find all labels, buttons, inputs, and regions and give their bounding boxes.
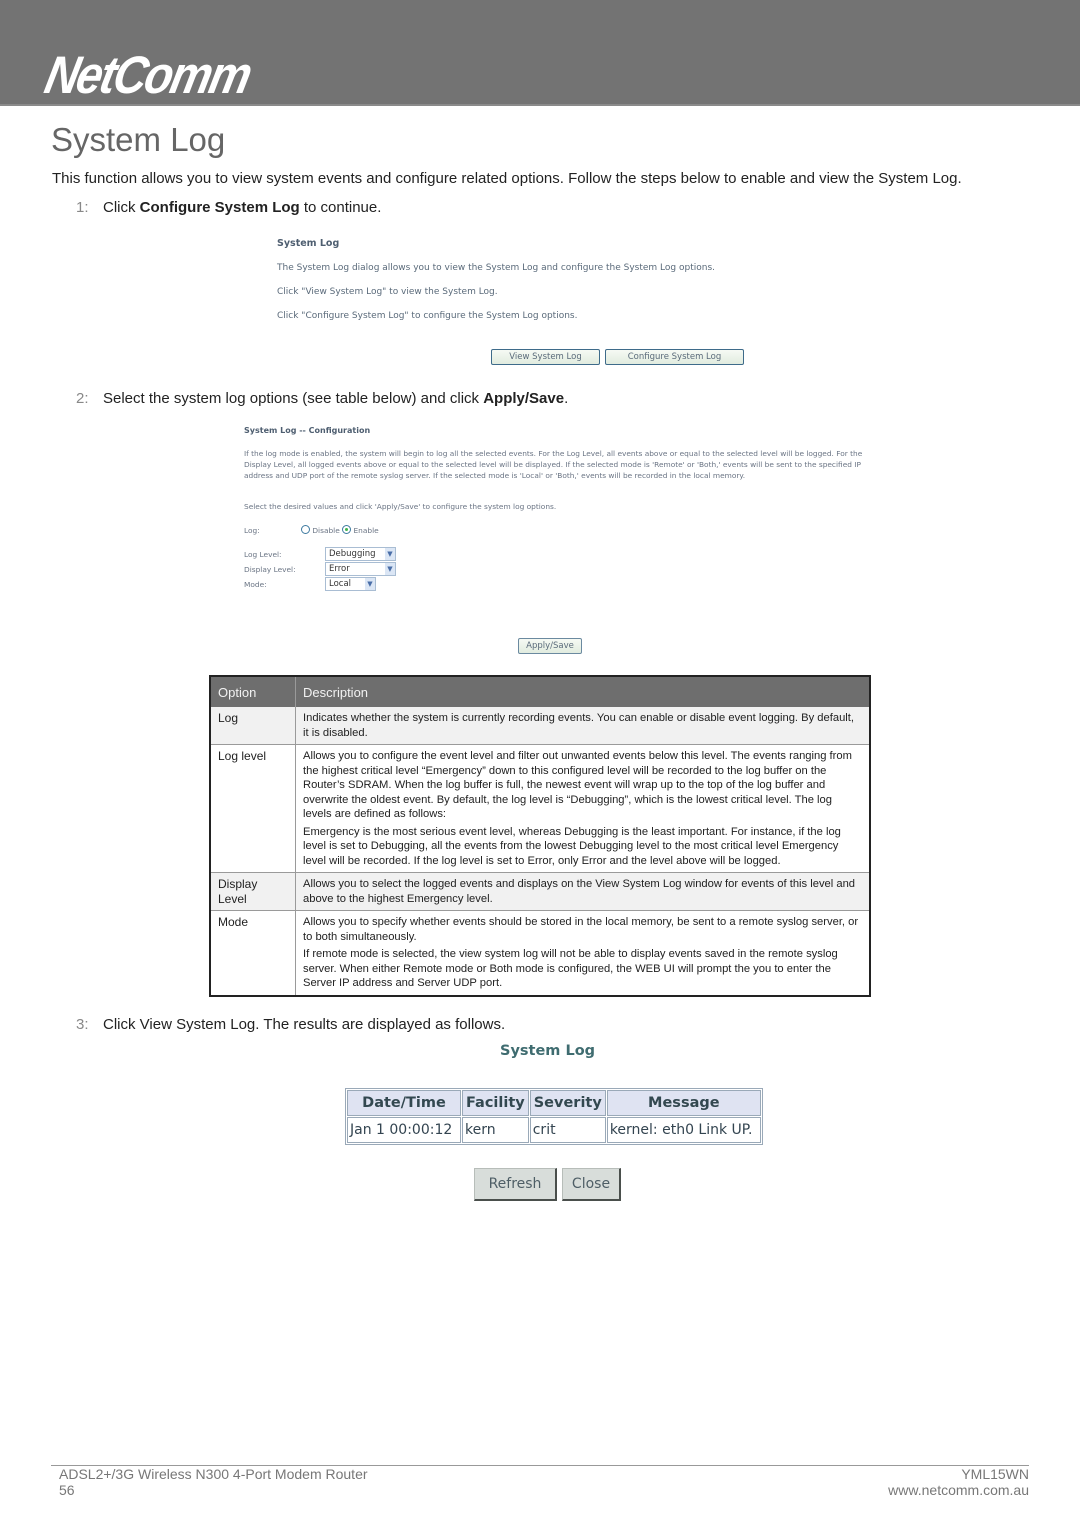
log-radio-group: Disable Enable bbox=[301, 525, 379, 535]
step-number: 2: bbox=[76, 390, 89, 407]
option-name: Log level bbox=[210, 744, 296, 873]
log-disable-radio[interactable] bbox=[301, 525, 310, 534]
configuration-description: If the log mode is enabled, the system w… bbox=[244, 449, 863, 480]
log-level-label: Log Level: bbox=[244, 550, 282, 559]
mode-label: Mode: bbox=[244, 580, 267, 589]
footer-product-name: ADSL2+/3G Wireless N300 4-Port Modem Rou… bbox=[59, 1466, 368, 1482]
log-level-select[interactable]: Debugging ▼ bbox=[325, 547, 396, 561]
log-enable-radio[interactable] bbox=[342, 525, 352, 534]
dialog-text: The System Log dialog allows you to view… bbox=[277, 263, 716, 273]
column-header-message: Message bbox=[606, 1090, 761, 1116]
view-log-title: System Log bbox=[500, 1043, 596, 1059]
view-system-log-button[interactable]: View System Log bbox=[491, 349, 600, 365]
configure-system-log-button[interactable]: Configure System Log bbox=[605, 349, 744, 365]
table-row: Log Indicates whether the system is curr… bbox=[210, 707, 870, 745]
options-table-header: Option Description bbox=[210, 676, 871, 707]
step-emphasis: Configure System Log bbox=[139, 199, 300, 216]
footer-page-number: 56 bbox=[59, 1482, 75, 1498]
display-level-value: Error bbox=[329, 564, 350, 574]
column-header-facility: Facility bbox=[462, 1090, 529, 1116]
page-title: System Log bbox=[51, 121, 226, 158]
log-entry-row: Jan 1 00:00:12 kern crit kernel: eth0 Li… bbox=[347, 1117, 761, 1143]
table-row: Log level Allows you to configure the ev… bbox=[210, 744, 870, 873]
option-name: Display Level bbox=[210, 872, 296, 911]
step-2: 2: Select the system log options (see tab… bbox=[76, 390, 569, 407]
system-log-table: Date/Time Facility Severity Message Jan … bbox=[345, 1088, 763, 1145]
log-table-header: Date/Time Facility Severity Message bbox=[347, 1090, 761, 1116]
footer-model: YML15WN bbox=[961, 1466, 1029, 1482]
chevron-down-icon: ▼ bbox=[365, 578, 375, 590]
step-number: 3: bbox=[76, 1016, 89, 1033]
log-enable-label: Enable bbox=[353, 526, 379, 535]
table-row: Mode Allows you to specify whether event… bbox=[210, 910, 870, 996]
log-severity: crit bbox=[529, 1117, 606, 1143]
mode-value: Local bbox=[329, 579, 352, 589]
refresh-button[interactable]: Refresh bbox=[474, 1168, 557, 1201]
option-description: Allows you to specify whether events sho… bbox=[303, 916, 859, 989]
intro-text: This function allows you to view system … bbox=[52, 170, 962, 187]
netcomm-logo: NetComm bbox=[40, 44, 256, 105]
mode-select[interactable]: Local ▼ bbox=[325, 577, 376, 591]
dialog-text: Click "View System Log" to view the Syst… bbox=[277, 287, 498, 297]
header-banner: NetComm bbox=[0, 0, 1080, 106]
column-header-datetime: Date/Time bbox=[347, 1090, 461, 1116]
log-facility: kern bbox=[462, 1117, 529, 1143]
log-message: kernel: eth0 Link UP. bbox=[606, 1117, 761, 1143]
system-log-configuration-screenshot: System Log -- Configuration If the log m… bbox=[240, 422, 870, 657]
column-header-description: Description bbox=[295, 676, 871, 707]
dialog-title: System Log bbox=[277, 238, 340, 249]
log-disable-label: Disable bbox=[312, 526, 340, 535]
option-name: Log bbox=[210, 707, 296, 745]
step-number: 1: bbox=[76, 199, 89, 216]
system-log-dialog-screenshot: System Log The System Log dialog allows … bbox=[262, 230, 752, 372]
apply-save-button[interactable]: Apply/Save bbox=[518, 638, 582, 654]
log-label: Log: bbox=[244, 526, 260, 535]
table-row: Display Level Allows you to select the l… bbox=[210, 872, 870, 911]
chevron-down-icon: ▼ bbox=[385, 548, 395, 560]
chevron-down-icon: ▼ bbox=[385, 563, 395, 575]
option-description: Allows you to configure the event level … bbox=[295, 744, 870, 873]
step-emphasis: Apply/Save bbox=[483, 390, 565, 407]
log-datetime: Jan 1 00:00:12 bbox=[347, 1117, 461, 1143]
option-description: Allows you to select the logged events a… bbox=[295, 872, 870, 911]
options-table: Option Description Log Indicates whether… bbox=[209, 675, 871, 997]
dialog-text: Click "Configure System Log" to configur… bbox=[277, 311, 578, 321]
configuration-title: System Log -- Configuration bbox=[244, 426, 371, 435]
step-3: 3: Click View System Log. The results are… bbox=[76, 1016, 506, 1033]
column-header-option: Option bbox=[210, 676, 296, 707]
display-level-select[interactable]: Error ▼ bbox=[325, 562, 396, 576]
close-button[interactable]: Close bbox=[562, 1168, 621, 1201]
option-description: Indicates whether the system is currentl… bbox=[295, 707, 870, 745]
footer-website[interactable]: www.netcomm.com.au bbox=[888, 1482, 1029, 1498]
configuration-instruction: Select the desired values and click 'App… bbox=[244, 502, 557, 511]
step-1: 1: Click Configure System Log to continue… bbox=[76, 199, 382, 216]
option-name: Mode bbox=[210, 910, 296, 996]
display-level-label: Display Level: bbox=[244, 565, 296, 574]
column-header-severity: Severity bbox=[529, 1090, 606, 1116]
log-level-value: Debugging bbox=[329, 549, 376, 559]
